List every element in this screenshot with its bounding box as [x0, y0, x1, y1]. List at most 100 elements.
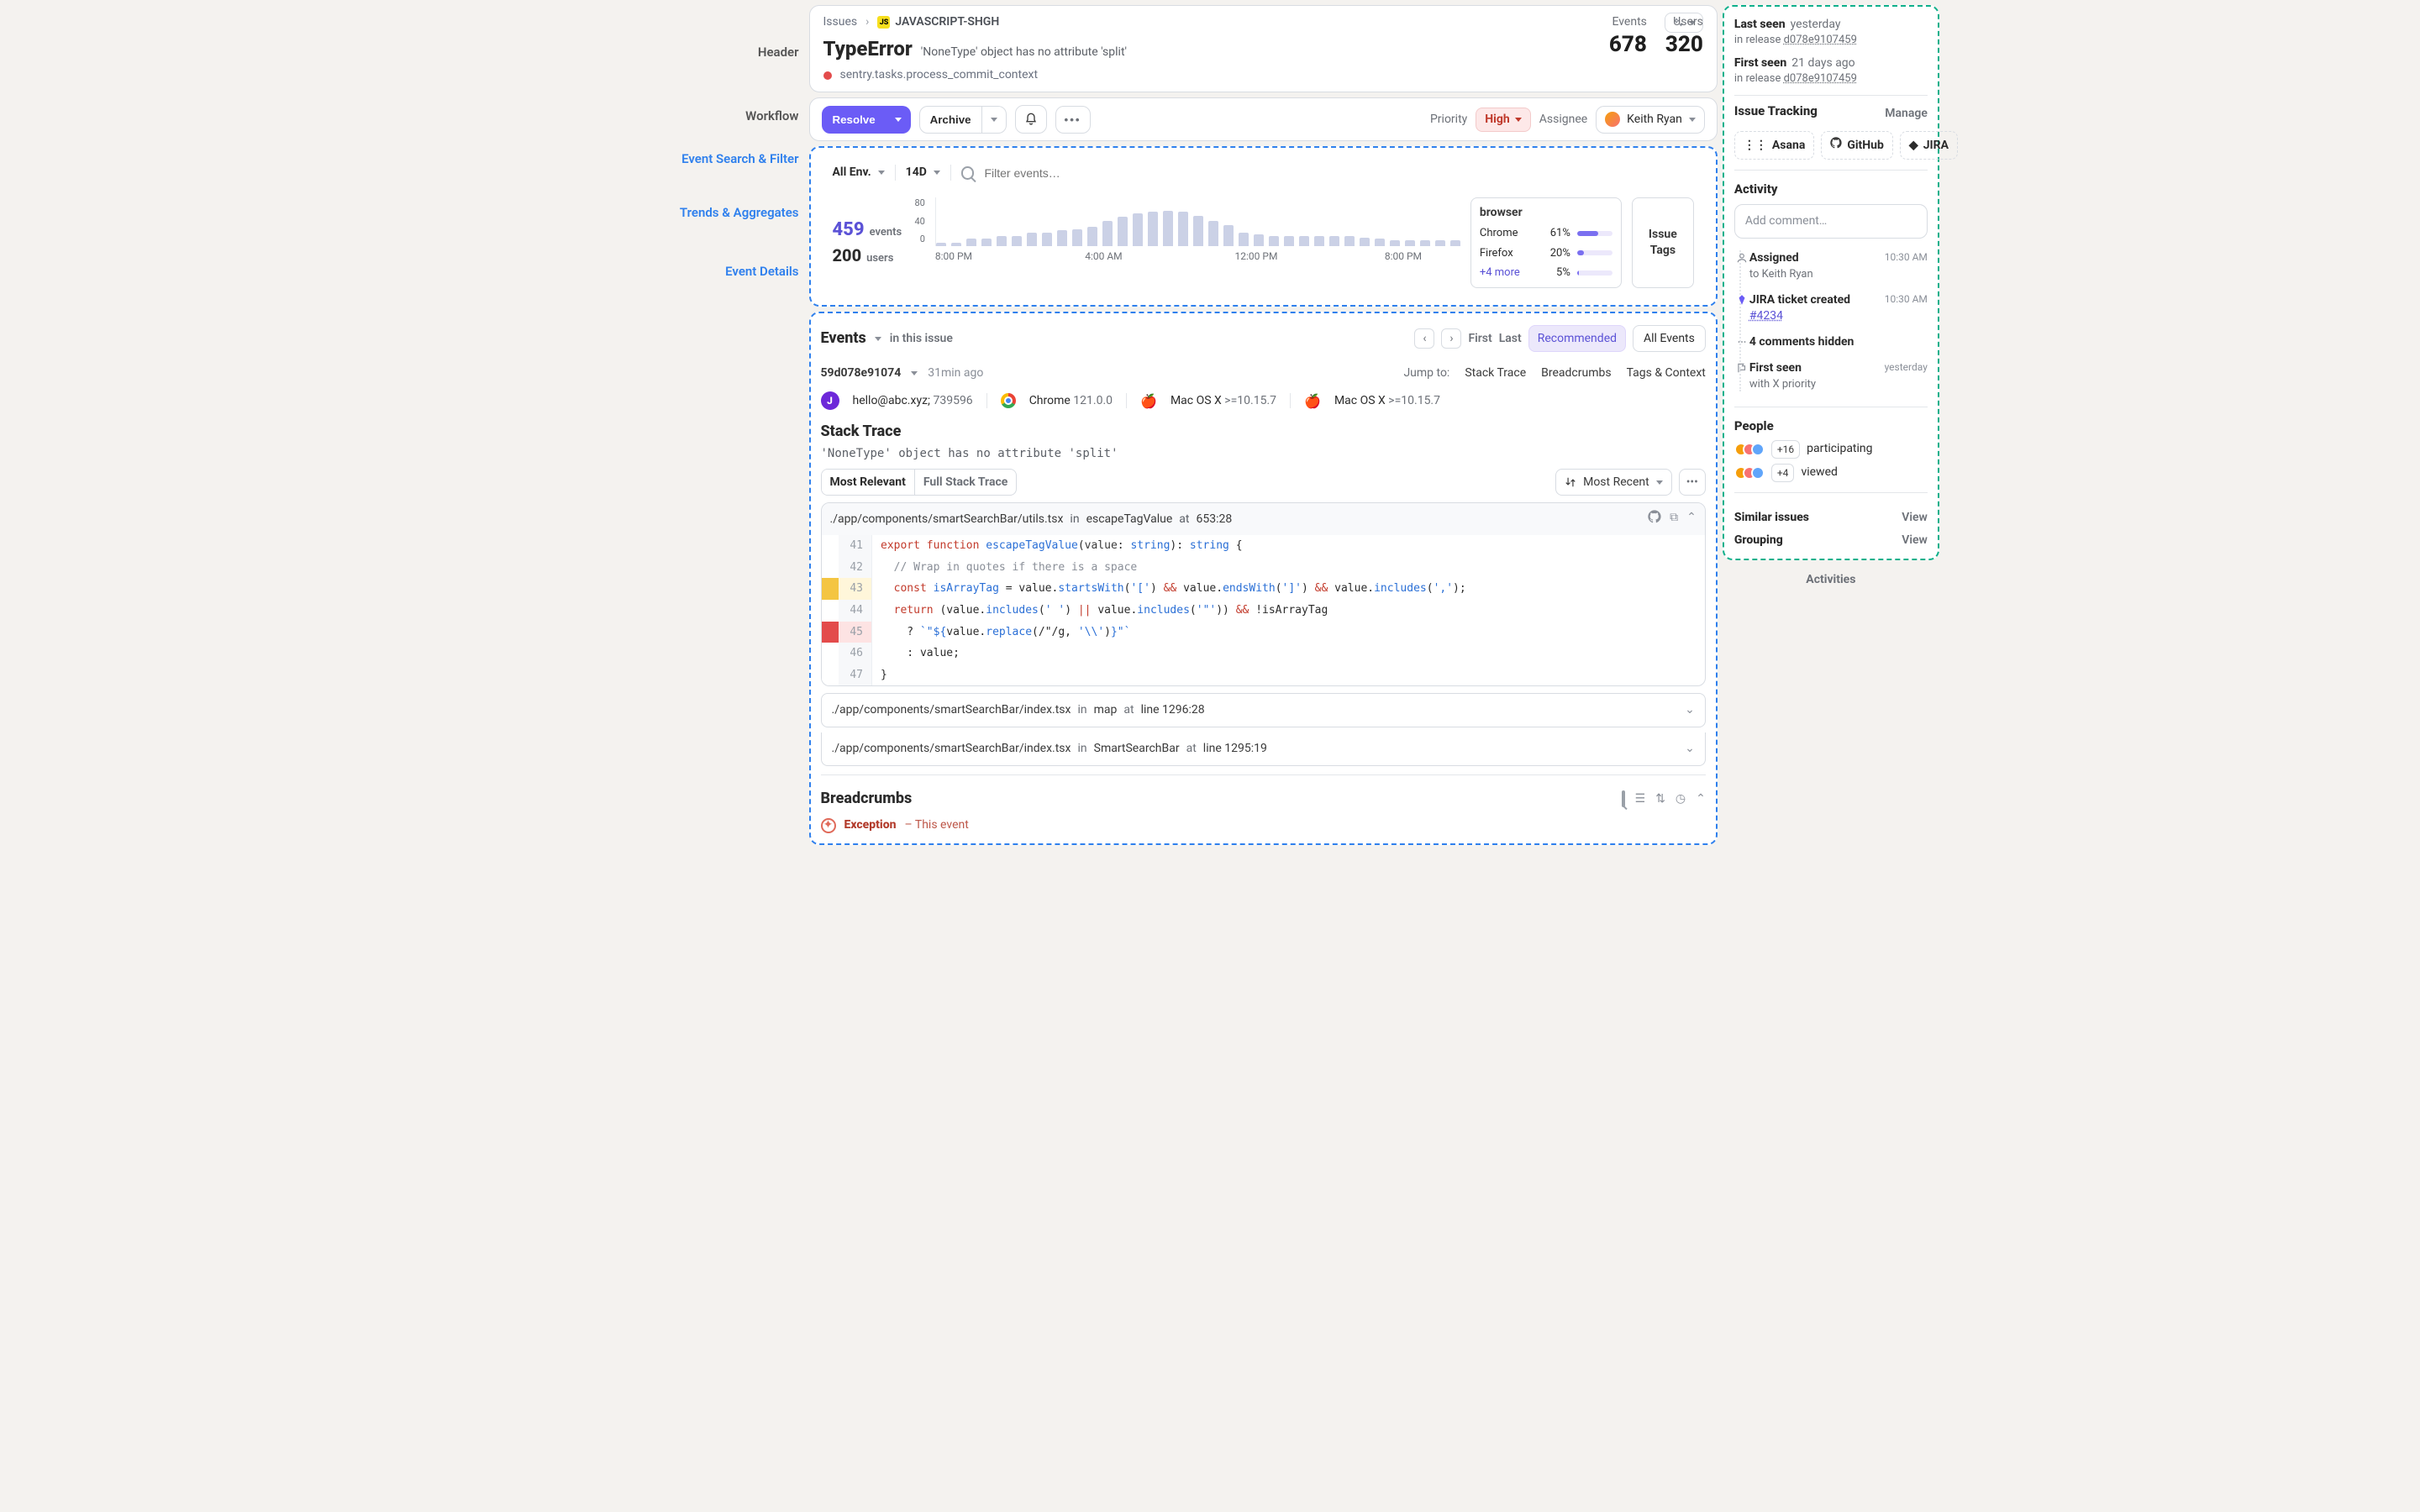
filter-icon[interactable]: ☰ [1635, 791, 1646, 807]
full-stack-tab[interactable]: Full Stack Trace [915, 470, 1016, 496]
collapse-icon[interactable]: ⌃ [1696, 791, 1706, 807]
resolve-more-button[interactable] [886, 106, 911, 134]
archive-button[interactable]: Archive [919, 106, 982, 134]
stacktrace-title: Stack Trace [821, 422, 1706, 442]
issue-tags-button[interactable]: Issue Tags [1632, 197, 1694, 288]
events-subtitle: in this issue [890, 331, 953, 347]
events-chart: 80 40 0 8:00 PM 4:00 AM 12:00 PM [915, 197, 1460, 288]
sort-icon[interactable]: ⇅ [1655, 791, 1665, 807]
tracker-label: GitHub [1847, 138, 1884, 154]
people-participating[interactable]: +16 participating [1734, 440, 1928, 459]
tag-pct: 61% [1550, 226, 1570, 241]
events-count[interactable]: 459 [833, 218, 865, 243]
period-select[interactable]: 14D [906, 165, 951, 181]
users-count[interactable]: 200 [833, 244, 862, 267]
breadcrumb-root[interactable]: Issues [823, 14, 858, 30]
people-viewed[interactable]: +4 viewed [1734, 464, 1928, 482]
frame-at: at [1123, 702, 1134, 718]
first-event-link[interactable]: First [1468, 331, 1491, 347]
release-link[interactable]: d078e9107459 [1784, 72, 1857, 85]
sort-select[interactable]: Most Recent [1555, 469, 1672, 496]
frame-fn: map [1094, 702, 1118, 718]
add-comment-input[interactable]: Add comment… [1734, 204, 1928, 239]
last-event-link[interactable]: Last [1499, 331, 1522, 347]
manage-link[interactable]: Manage [1885, 106, 1928, 122]
copy-icon[interactable]: ⧉ [1670, 510, 1678, 528]
tracker-github[interactable]: GitHub [1821, 131, 1893, 160]
chart-bar [1239, 233, 1249, 246]
chart-bar [1450, 240, 1460, 246]
stacktrace-more-button[interactable]: ••• [1679, 469, 1706, 496]
bc-thisevent: – This event [904, 817, 968, 833]
activity-title: 4 comments hidden [1749, 334, 1928, 350]
prev-event-button[interactable]: ‹ [1414, 328, 1434, 349]
sort-label: Most Recent [1583, 475, 1649, 491]
code-line: export function escapeTagValue(value: st… [872, 535, 1705, 557]
frame-at: at [1186, 741, 1197, 757]
view-grouping[interactable]: View [1902, 533, 1928, 549]
recommended-pill[interactable]: Recommended [1528, 325, 1626, 353]
subscribe-button[interactable] [1015, 105, 1047, 134]
ticket-link[interactable]: #4234 [1749, 309, 1783, 323]
issue-tracking-title: Issue Tracking [1734, 102, 1818, 119]
assignee-picker[interactable]: Keith Ryan [1596, 106, 1705, 134]
release-link[interactable]: d078e9107459 [1784, 34, 1857, 46]
chevron-down-icon [991, 118, 997, 122]
user-initial-icon: J [821, 391, 839, 410]
events-stat[interactable]: Events 678 [1609, 14, 1647, 60]
chart-bar [936, 243, 946, 246]
collapse-icon[interactable]: ⌃ [1686, 510, 1697, 528]
priority-chip[interactable]: High [1476, 108, 1530, 132]
filter-input[interactable] [982, 165, 1693, 181]
event-id[interactable]: 59d078e91074 [821, 365, 902, 381]
jump-breadcrumbs[interactable]: Breadcrumbs [1541, 365, 1611, 381]
collapsed-frame[interactable]: ./app/components/smartSearchBar/index.ts… [821, 693, 1706, 727]
most-relevant-tab[interactable]: Most Relevant [822, 470, 915, 496]
all-events-button[interactable]: All Events [1633, 325, 1706, 353]
expand-icon[interactable]: ⌄ [1685, 741, 1695, 757]
chevron-down-icon [895, 118, 902, 122]
x-tick: 4:00 AM [1085, 249, 1160, 263]
resolve-button[interactable]: Resolve [822, 106, 886, 134]
tag-name: Chrome [1480, 226, 1518, 241]
tags-more[interactable]: +4 more [1480, 265, 1520, 281]
events-count-label: events [870, 225, 902, 240]
chart-bar [1148, 212, 1158, 246]
apple-icon: 🍎 [1140, 392, 1157, 411]
view-similar[interactable]: View [1902, 510, 1928, 526]
x-tick: 12:00 PM [1235, 249, 1311, 263]
chart-bar [1360, 238, 1370, 246]
code-line: const isArrayTag = value.startsWith('[')… [872, 578, 1705, 600]
expand-icon[interactable]: ⌄ [1685, 702, 1695, 718]
similar-issues: Similar issues [1734, 510, 1809, 526]
search-icon[interactable] [1622, 791, 1625, 807]
frame-file: ./app/components/smartSearchBar/index.ts… [832, 702, 1071, 718]
activity-time: 10:30 AM [1885, 292, 1928, 306]
line-number: 42 [839, 557, 872, 579]
tags-box[interactable]: browser Chrome 61% Firefox [1470, 197, 1622, 288]
tracker-asana[interactable]: ⋮⋮Asana [1734, 131, 1814, 160]
users-stat[interactable]: Users 320 [1665, 14, 1703, 60]
chevron-down-icon[interactable] [911, 371, 918, 375]
time-icon[interactable]: ◷ [1676, 791, 1686, 807]
tracker-jira[interactable]: ◆JIRA [1900, 131, 1958, 160]
issue-title: TypeError [823, 35, 913, 62]
github-icon[interactable] [1648, 510, 1661, 528]
archive-more-button[interactable] [982, 106, 1007, 134]
timeline-icon [1736, 252, 1748, 264]
chevron-down-icon[interactable] [875, 337, 881, 341]
archive-label: Archive [930, 113, 971, 126]
environment-select[interactable]: All Env. [833, 165, 896, 181]
jump-stacktrace[interactable]: Stack Trace [1465, 365, 1526, 381]
project-badge[interactable]: JS JAVASCRIPT-SHGH [877, 14, 999, 30]
more-actions-button[interactable]: ••• [1055, 106, 1091, 134]
rail-search: Event Search & Filter [632, 150, 804, 167]
user-email: hello@abc.xyz; [853, 394, 930, 407]
participating-count: +16 [1771, 440, 1800, 459]
workflow-panel: Resolve Archive [809, 97, 1718, 141]
collapsed-frame[interactable]: ./app/components/smartSearchBar/index.ts… [821, 732, 1706, 766]
activities-panel: Last seen yesterday in release d078e9107… [1723, 5, 1939, 560]
next-event-button[interactable]: › [1441, 328, 1461, 349]
jump-tags[interactable]: Tags & Context [1627, 365, 1706, 381]
activity-title: Activity [1734, 181, 1928, 197]
